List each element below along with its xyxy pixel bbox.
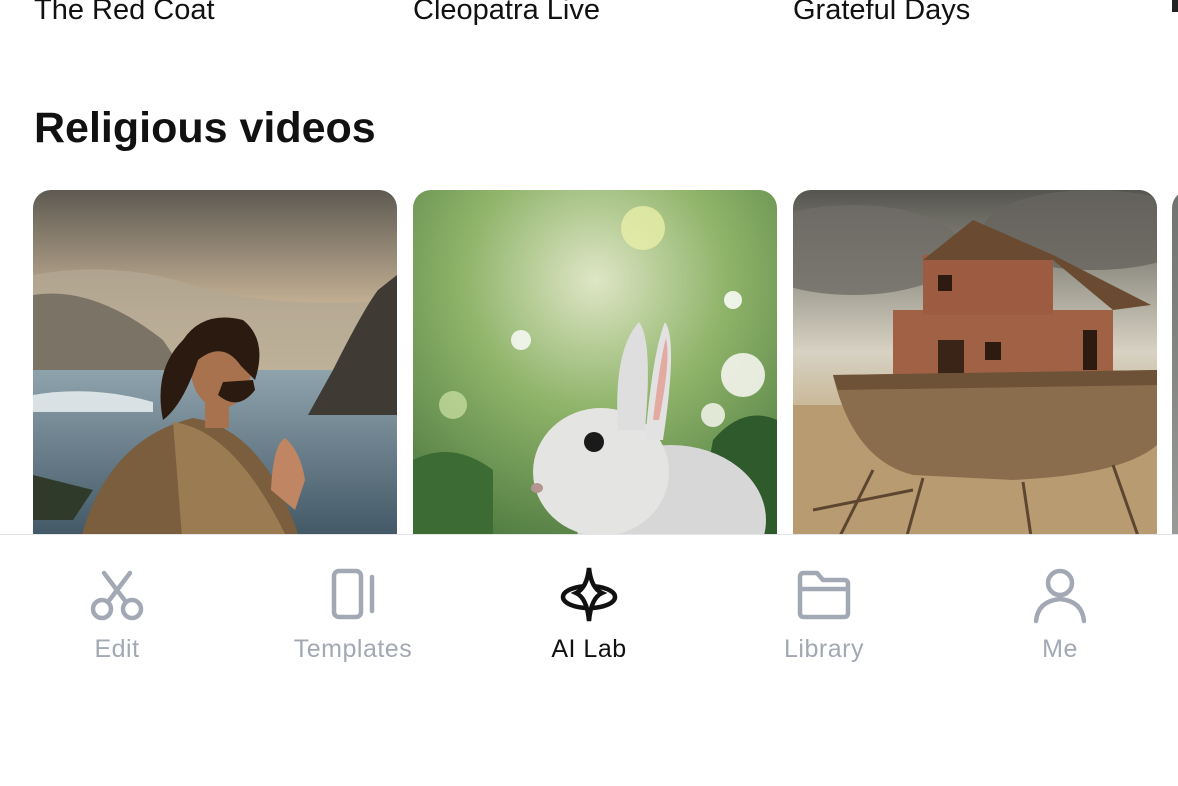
video-title[interactable]: Grateful Days — [793, 0, 970, 30]
tab-label: Me — [1042, 635, 1078, 663]
folder-icon — [797, 570, 851, 620]
tab-label: AI Lab — [551, 635, 627, 663]
video-card-rabbit[interactable] — [413, 190, 777, 535]
section-title: Religious videos — [34, 104, 376, 152]
bottom-tab-bar: Edit Templates AI Lab Library Me — [0, 534, 1178, 786]
video-carousel[interactable] — [0, 190, 1178, 535]
thumbnail-image — [413, 190, 777, 535]
tab-library[interactable]: Library — [724, 563, 924, 673]
video-title-peek — [1172, 0, 1178, 12]
thumbnail-image — [793, 190, 1157, 535]
scissors-icon — [90, 570, 144, 621]
previous-row-titles: The Red Coat Cleopatra Live Grateful Day… — [0, 0, 1178, 30]
tab-me[interactable]: Me — [960, 563, 1160, 673]
video-title[interactable]: The Red Coat — [34, 0, 215, 30]
tab-label: Library — [784, 635, 864, 663]
person-icon — [1033, 568, 1087, 624]
video-card-man-by-sea[interactable] — [33, 190, 397, 535]
ai-sparkle-orbit-icon — [560, 567, 618, 622]
tab-templates[interactable]: Templates — [253, 563, 453, 673]
video-card-partial[interactable] — [1172, 190, 1178, 535]
templates-icon — [331, 568, 375, 620]
tab-label: Templates — [293, 635, 413, 663]
video-card-ark[interactable] — [793, 190, 1157, 535]
tab-ai-lab[interactable]: AI Lab — [489, 563, 689, 673]
thumbnail-image — [33, 190, 397, 535]
tab-label: Edit — [94, 635, 140, 663]
video-title[interactable]: Cleopatra Live — [413, 0, 600, 30]
tab-edit[interactable]: Edit — [17, 563, 217, 673]
